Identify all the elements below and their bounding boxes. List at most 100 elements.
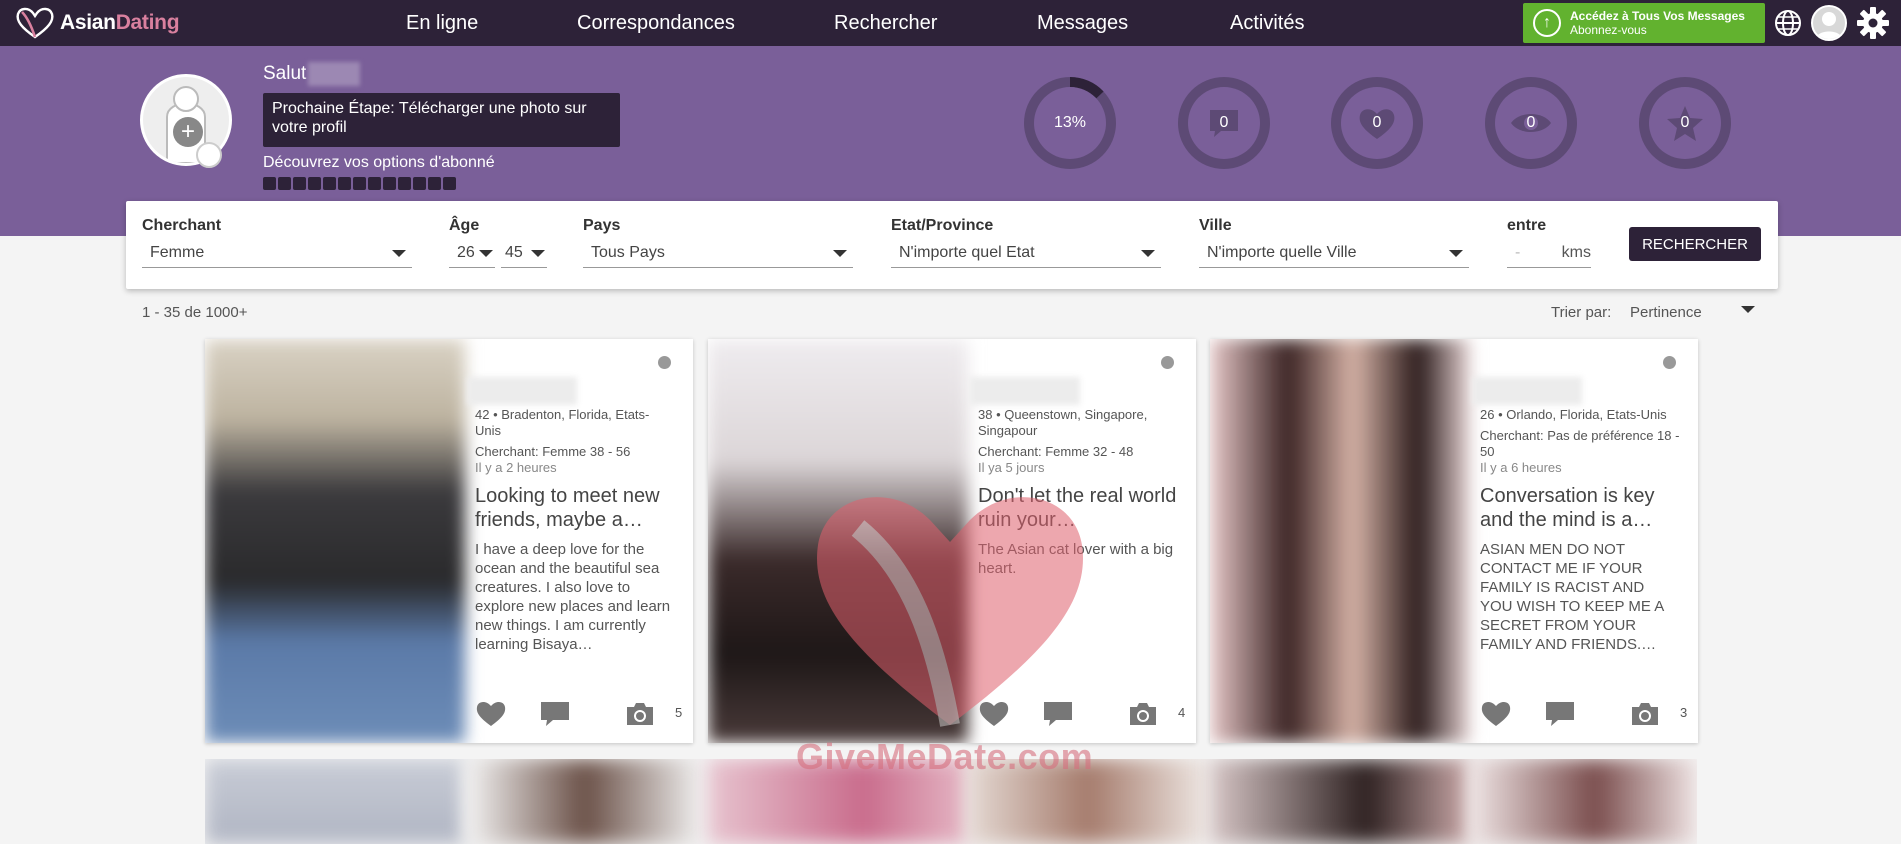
seeking-field: Cherchant Femme <box>142 217 412 268</box>
chat-bubble-icon[interactable] <box>539 700 571 728</box>
arrow-up-icon: ↑ <box>1533 9 1561 37</box>
profile-card[interactable]: 38 • Queenstown, Singapore, Singapour Ch… <box>708 339 1196 743</box>
upgrade-button[interactable]: ↑ Accédez à Tous Vos Messages Abonnez-vo… <box>1523 3 1765 43</box>
nav-link-search[interactable]: Rechercher <box>834 12 1037 35</box>
stat-favorites-value: 0 <box>1680 114 1690 131</box>
stat-messages[interactable]: 0 <box>1178 77 1270 169</box>
profile-photo[interactable] <box>1210 339 1470 743</box>
globe-icon[interactable] <box>1773 8 1803 38</box>
distance-unit: kms <box>1561 244 1591 261</box>
profile-location: 26 • Orlando, Florida, Etats-Unis <box>1480 407 1667 422</box>
profile-headline[interactable]: Conversation is key and the mind is a… <box>1480 484 1680 532</box>
profile-headline[interactable]: Looking to meet new friends, maybe a… <box>475 484 675 532</box>
greeting: Salut <box>263 62 361 86</box>
heart-logo-icon <box>16 7 54 39</box>
profile-photo[interactable] <box>1210 759 1470 844</box>
seeking-label: Cherchant <box>142 217 222 234</box>
profile-cards-row-2 <box>205 759 1697 844</box>
photo-count: 3 <box>1680 705 1688 720</box>
person-icon <box>443 177 456 190</box>
user-silhouette-icon <box>1816 12 1842 39</box>
age-label: Âge <box>449 217 480 234</box>
sort-select[interactable]: Pertinence <box>1630 304 1702 321</box>
profile-name[interactable] <box>970 377 1080 405</box>
chevron-down-icon[interactable] <box>1741 306 1755 313</box>
profile-headline[interactable]: Don't let the real world ruin your… <box>978 484 1178 532</box>
age-max-select[interactable]: 45 <box>501 242 547 268</box>
camera-icon[interactable] <box>625 701 655 727</box>
country-select[interactable]: Tous Pays <box>583 242 853 268</box>
state-select[interactable]: N'importe quel Etat <box>891 242 1161 268</box>
camera-icon[interactable] <box>1128 701 1158 727</box>
country-field: Pays Tous Pays <box>583 217 853 268</box>
stat-likes[interactable]: 0 <box>1331 77 1423 169</box>
profile-card[interactable]: 42 • Bradenton, Florida, Etats-Unis Cher… <box>205 339 693 743</box>
bug-icon <box>398 177 411 190</box>
nav-link-online[interactable]: En ligne <box>406 12 577 35</box>
trend-icon <box>323 177 336 190</box>
hand-icon <box>293 177 306 190</box>
chevron-down-icon <box>1449 250 1463 257</box>
brand-name: AsianDating <box>60 11 180 34</box>
last-active: Il y a 6 heures <box>1480 460 1562 475</box>
last-active: Il y a 2 heures <box>475 460 557 475</box>
distance-label: entre <box>1507 217 1547 234</box>
add-photo-icon[interactable]: + <box>173 117 203 147</box>
eye-off-icon <box>308 177 321 190</box>
subscriber-options-link[interactable]: Découvrez vos options d'abonné <box>263 154 495 172</box>
results-count: 1 - 35 de 1000+ <box>142 304 248 321</box>
online-status-dot <box>1663 356 1676 369</box>
seeking-select[interactable]: Femme <box>142 242 412 268</box>
chat-bubble-icon[interactable] <box>1544 700 1576 728</box>
lock-icon <box>278 177 291 190</box>
nav-link-activities[interactable]: Activités <box>1230 12 1304 35</box>
photo-count: 4 <box>1178 705 1186 720</box>
stat-likes-value: 0 <box>1372 114 1382 131</box>
profile-name[interactable] <box>1472 377 1582 405</box>
profile-name[interactable] <box>467 377 577 405</box>
profile-card[interactable]: 26 • Orlando, Florida, Etats-Unis Cherch… <box>1210 339 1698 743</box>
stat-messages-value: 0 <box>1219 114 1229 131</box>
stat-favorites[interactable]: 0 <box>1639 77 1731 169</box>
search-filter-bar: Cherchant Femme Âge 26 45 Pays Tous Pays… <box>126 201 1778 289</box>
profile-card[interactable] <box>465 759 705 844</box>
country-label: Pays <box>583 217 621 234</box>
heart-icon[interactable] <box>978 699 1010 727</box>
profile-photo[interactable] <box>205 759 465 844</box>
profile-completion-ring[interactable]: 13% <box>1024 77 1116 169</box>
profile-photo[interactable] <box>708 759 968 844</box>
distance-field: entre - kms <box>1507 217 1591 268</box>
nav-link-matches[interactable]: Correspondances <box>577 12 834 35</box>
profile-description: I have a deep love for the ocean and the… <box>475 541 671 653</box>
chat-bubble-icon[interactable] <box>1042 700 1074 728</box>
chat-icon <box>263 177 276 190</box>
profile-card[interactable] <box>968 759 1208 844</box>
brand-logo[interactable]: AsianDating <box>14 6 180 40</box>
heart-icon[interactable] <box>1480 699 1512 727</box>
gear-icon[interactable] <box>1856 6 1890 40</box>
nav-links: En ligne Correspondances Rechercher Mess… <box>360 0 1304 46</box>
profile-seeking: Cherchant: Femme 38 - 56 <box>475 444 631 459</box>
profile-photo[interactable] <box>708 339 968 743</box>
age-min-select[interactable]: 26 <box>449 242 495 268</box>
profile-photo[interactable] <box>205 339 465 743</box>
sort-label: Trier par: <box>1551 304 1612 321</box>
profile-card[interactable] <box>1470 759 1697 844</box>
heart-icon[interactable] <box>475 699 507 727</box>
city-field: Ville N'importe quelle Ville <box>1199 217 1469 268</box>
star-icon <box>353 177 366 190</box>
stat-views[interactable]: 0 <box>1485 77 1577 169</box>
avatar[interactable] <box>1811 5 1847 41</box>
nav-link-messages[interactable]: Messages <box>1037 12 1230 35</box>
profile-seeking: Cherchant: Pas de préférence 18 - 50 <box>1480 428 1680 459</box>
next-step-tooltip[interactable]: Prochaine Étape: Télécharger une photo s… <box>263 93 620 147</box>
search-button[interactable]: RECHERCHER <box>1629 227 1761 261</box>
distance-input[interactable]: - kms <box>1507 242 1591 268</box>
profile-description: ASIAN MEN DO NOT CONTACT ME IF YOUR FAMI… <box>1480 541 1664 653</box>
profile-seeking: Cherchant: Femme 32 - 48 <box>978 444 1134 459</box>
city-select[interactable]: N'importe quelle Ville <box>1199 242 1469 268</box>
camera-icon[interactable] <box>1630 701 1660 727</box>
hearts-icon <box>368 177 381 190</box>
state-label: Etat/Province <box>891 217 994 234</box>
completion-value: 13% <box>1053 114 1087 131</box>
